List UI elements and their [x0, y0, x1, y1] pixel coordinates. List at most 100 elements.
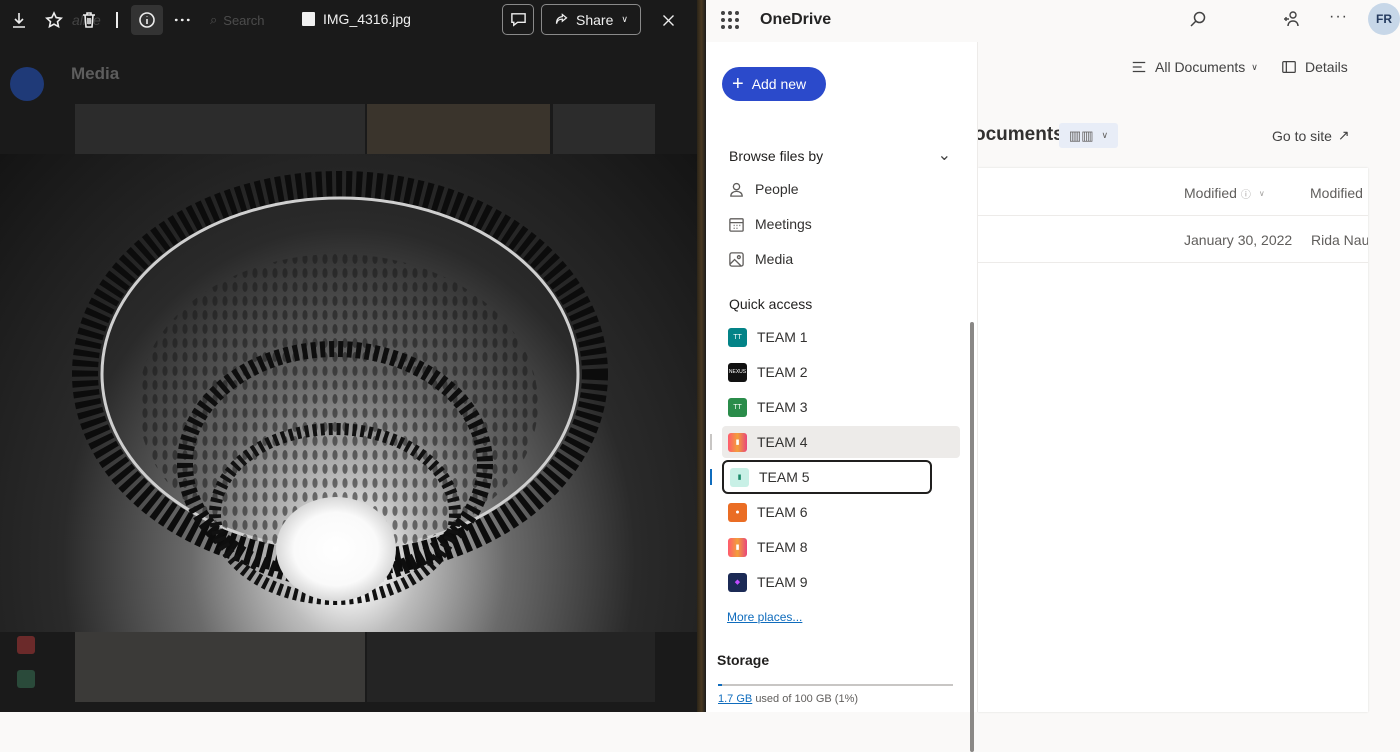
- quick-access-team-9[interactable]: ◆ TEAM 9: [722, 566, 946, 598]
- quick-access-label: TEAM 8: [757, 539, 808, 555]
- comment-icon: [510, 13, 526, 27]
- browse-header[interactable]: Browse files by ⌄: [729, 146, 951, 166]
- plus-icon: +: [732, 73, 744, 95]
- more-places-link[interactable]: More places...: [727, 610, 802, 624]
- library-icon: ▥▥: [1068, 127, 1094, 143]
- details-label: Details: [1305, 59, 1348, 75]
- app-launcher-icon[interactable]: [721, 11, 739, 29]
- bg-thumbnail: [367, 632, 655, 702]
- go-to-site-link[interactable]: Go to site ↗: [1272, 127, 1350, 144]
- column-modified[interactable]: Modified ⓘ ∨: [1184, 185, 1265, 201]
- quick-access-team-8[interactable]: ▮ TEAM 8: [722, 531, 946, 563]
- bg-sidebar-icon: [17, 670, 35, 688]
- quick-access-label: TEAM 5: [759, 469, 810, 485]
- nav-item-label: Media: [755, 251, 794, 267]
- quick-access-team-4[interactable]: ▮ TEAM 4: [722, 426, 960, 458]
- nav-item-people[interactable]: People: [722, 173, 946, 205]
- nav-item-media[interactable]: Media: [722, 243, 946, 275]
- bg-thumbnail: [553, 104, 655, 156]
- team-site-icon: ●: [728, 502, 747, 522]
- team-site-icon: TT: [728, 327, 747, 347]
- comment-button[interactable]: [502, 4, 534, 35]
- quick-access-label: TEAM 4: [757, 434, 808, 450]
- chevron-down-icon: ∨: [1101, 130, 1109, 140]
- person-icon: [730, 182, 743, 197]
- search-icon: ⌕: [210, 12, 218, 27]
- view-switcher[interactable]: All Documents ∨: [1131, 59, 1258, 75]
- storage-used-link[interactable]: 1.7 GB: [718, 693, 752, 705]
- nav-item-label: Meetings: [755, 216, 812, 232]
- hover-indicator: [710, 434, 712, 450]
- info-icon[interactable]: [131, 5, 163, 35]
- image-icon: [729, 251, 744, 267]
- team-site-icon: ▮: [728, 537, 747, 557]
- more-icon[interactable]: [169, 8, 195, 32]
- column-modified-label: Modified: [1184, 185, 1237, 201]
- list-icon: [1132, 61, 1146, 73]
- star-icon[interactable]: [41, 8, 67, 32]
- row-modified: January 30, 2022: [1184, 232, 1293, 248]
- quick-access-team-3[interactable]: TT TEAM 3: [722, 391, 946, 423]
- avatar[interactable]: FR: [1368, 3, 1400, 35]
- quick-access-team-6[interactable]: ● TEAM 6: [722, 496, 946, 528]
- trash-icon[interactable]: [76, 8, 102, 32]
- nav-item-meetings[interactable]: Meetings: [722, 208, 946, 240]
- image-file-icon: [302, 12, 315, 26]
- navigation-pane: + Add new Browse files by ⌄ People Meeti…: [706, 42, 978, 752]
- add-new-button[interactable]: + Add new: [722, 67, 826, 101]
- library-view-button[interactable]: ▥▥ ∨: [1059, 123, 1118, 148]
- bg-thumbnail: [75, 632, 365, 702]
- library-title: ocuments: [974, 124, 1064, 145]
- download-icon[interactable]: [6, 8, 32, 32]
- quick-access-label: Quick access: [729, 296, 813, 312]
- more-icon[interactable]: ···: [1329, 8, 1348, 26]
- team-site-icon: TT: [728, 397, 747, 417]
- chevron-down-icon: ∨: [1258, 188, 1265, 198]
- quick-access-label: TEAM 9: [757, 574, 808, 590]
- team-site-icon: ▮: [728, 432, 747, 452]
- storage-total: used of 100 GB (1%): [755, 693, 859, 705]
- storage-bar: [718, 684, 953, 686]
- quick-access-label: TEAM 2: [757, 364, 808, 380]
- info-icon: ⓘ: [1240, 189, 1251, 201]
- scrollbar[interactable]: [970, 322, 974, 752]
- quick-access-label: TEAM 3: [757, 399, 808, 415]
- external-arrow-icon: ↗: [1337, 127, 1350, 143]
- quick-access-team-1[interactable]: TT TEAM 1: [722, 321, 946, 353]
- search-icon[interactable]: [1189, 10, 1207, 33]
- storage-text: 1.7 GB used of 100 GB (1%): [718, 693, 858, 705]
- share-label: Share: [576, 11, 614, 28]
- quick-access-team-2[interactable]: NEXUS TEAM 2: [722, 356, 946, 388]
- quick-access-team-5[interactable]: ▮ TEAM 5: [722, 460, 932, 494]
- details-button[interactable]: Details: [1281, 59, 1348, 75]
- column-modified-by[interactable]: Modified: [1310, 185, 1363, 201]
- go-to-site-label: Go to site: [1272, 127, 1332, 144]
- search-placeholder: Search: [223, 12, 265, 28]
- calendar-icon: [729, 217, 744, 232]
- chevron-down-icon: ∨: [1251, 61, 1258, 72]
- app-title[interactable]: OneDrive: [760, 11, 831, 29]
- quick-access-label: TEAM 1: [757, 329, 808, 345]
- table-row[interactable]: January 30, 2022 Rida Naus: [978, 216, 1368, 263]
- bg-thumbnail: [75, 104, 365, 156]
- chevron-down-icon: ⌄: [937, 147, 951, 164]
- close-icon: [662, 14, 674, 26]
- storage-bar-fill: [718, 684, 722, 686]
- storage-label: Storage: [717, 652, 770, 668]
- share-button[interactable]: Share ∨: [541, 4, 641, 35]
- window-divider: [697, 0, 706, 712]
- share-icon: [555, 13, 568, 24]
- file-title: IMG_4316.jpg: [302, 11, 411, 27]
- people-share-icon[interactable]: [1282, 10, 1300, 33]
- search-box[interactable]: ⌕ Search: [210, 8, 290, 32]
- add-new-label: Add new: [751, 76, 807, 92]
- chevron-down-icon: ∨: [621, 14, 628, 24]
- close-button[interactable]: [656, 8, 680, 32]
- quick-access-label: TEAM 6: [757, 504, 808, 520]
- view-label: All Documents: [1155, 59, 1246, 75]
- row-modified-by: Rida Naus: [1311, 232, 1368, 248]
- team-site-icon: ▮: [730, 467, 749, 487]
- team-site-icon: ◆: [728, 572, 747, 592]
- toolbar-divider: [116, 12, 118, 28]
- team-site-icon: NEXUS: [728, 362, 747, 382]
